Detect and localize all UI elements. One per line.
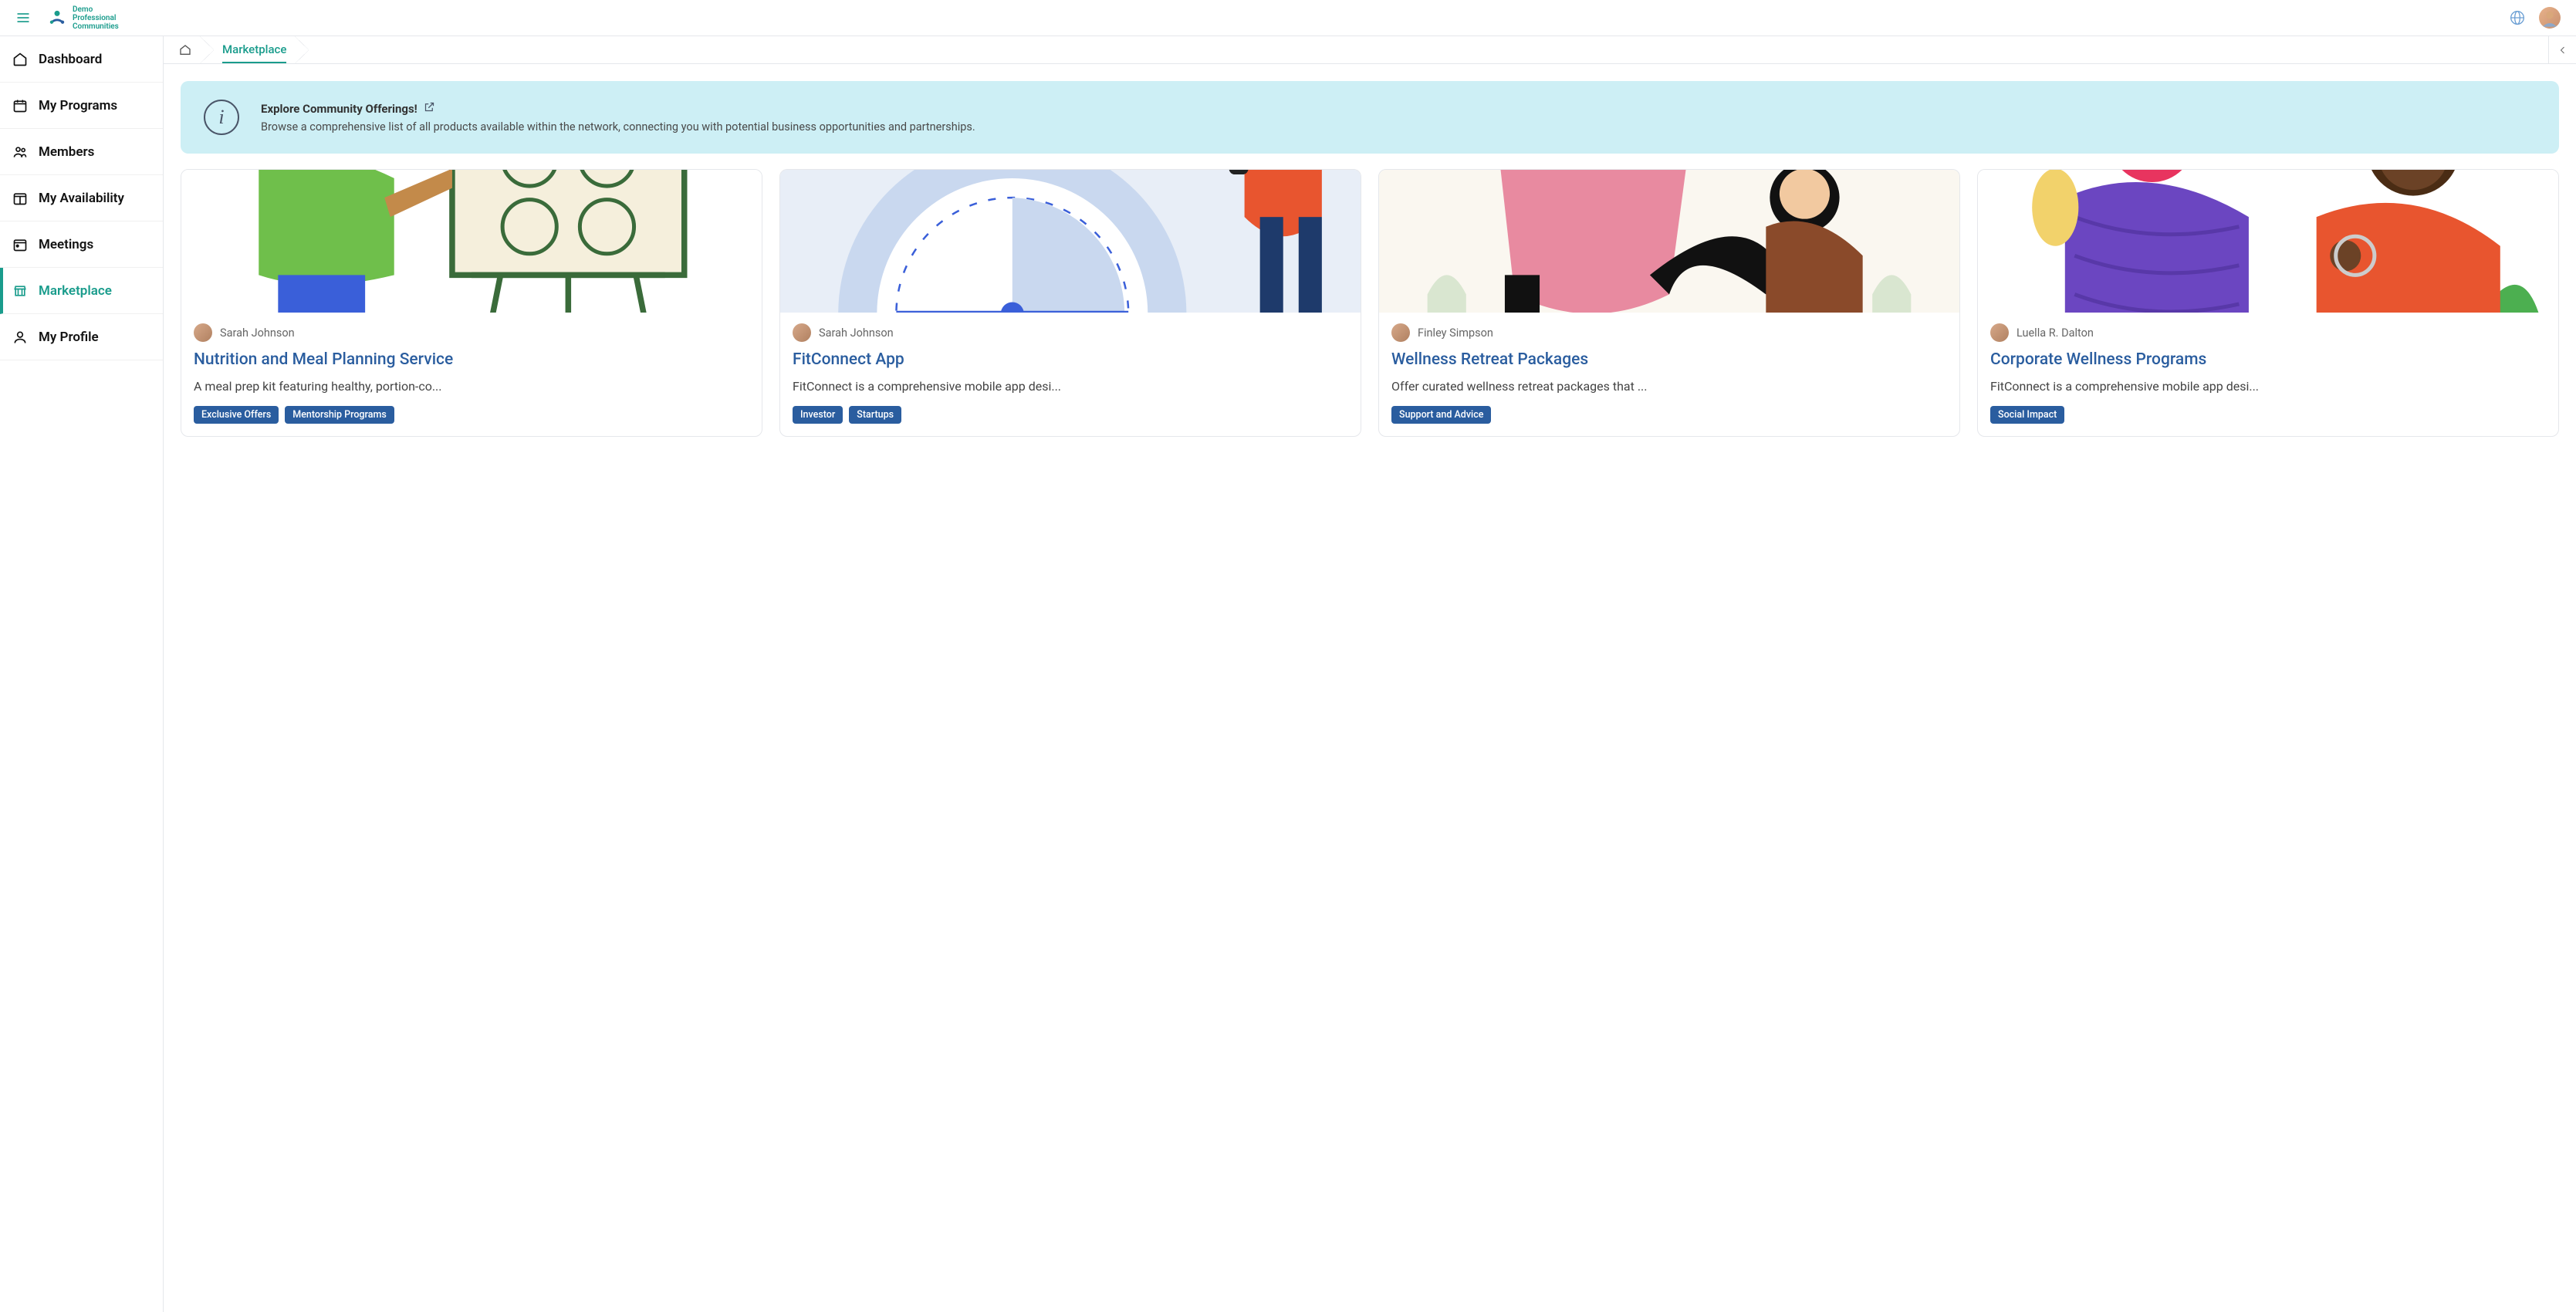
sidebar-item-my-programs[interactable]: My Programs [0, 83, 163, 129]
cards-grid: Sarah Johnson Nutrition and Meal Plannin… [181, 169, 2559, 437]
card-image [780, 170, 1361, 313]
sidebar-item-label: Meetings [39, 237, 93, 252]
author-avatar [1391, 323, 1410, 342]
card-description: Offer curated wellness retreat packages … [1391, 377, 1947, 395]
author-name: Sarah Johnson [819, 326, 894, 340]
sidebar-item-label: Dashboard [39, 52, 102, 67]
card-description: A meal prep kit featuring healthy, porti… [194, 377, 749, 395]
card-tag[interactable]: Support and Advice [1391, 406, 1491, 424]
info-icon: i [204, 100, 239, 135]
card-description: FitConnect is a comprehensive mobile app… [1990, 377, 2546, 395]
author-name: Finley Simpson [1418, 326, 1493, 340]
sidebar-item-label: My Programs [39, 98, 117, 113]
breadcrumb: Marketplace [164, 36, 2576, 64]
menu-toggle-icon[interactable] [15, 10, 31, 25]
card-title: FitConnect App [793, 350, 1348, 370]
sidebar-item-meetings[interactable]: Meetings [0, 221, 163, 268]
sidebar-item-label: Marketplace [39, 283, 112, 299]
author-avatar [194, 323, 212, 342]
sidebar-item-my-profile[interactable]: My Profile [0, 314, 163, 360]
breadcrumb-collapse-icon[interactable] [2548, 36, 2576, 63]
brand-line2: Professional [73, 14, 119, 22]
card-title: Nutrition and Meal Planning Service [194, 350, 749, 370]
marketplace-card[interactable]: Luella R. Dalton Corporate Wellness Prog… [1977, 169, 2559, 437]
author-avatar [793, 323, 811, 342]
brand-line3: Communities [73, 22, 119, 31]
author-name: Luella R. Dalton [2017, 326, 2094, 340]
sidebar-item-dashboard[interactable]: Dashboard [0, 36, 163, 83]
banner-description: Browse a comprehensive list of all produ… [261, 120, 975, 134]
sidebar-item-members[interactable]: Members [0, 129, 163, 175]
card-image [1978, 170, 2558, 313]
brand-logo[interactable]: Demo Professional Communities [46, 5, 119, 31]
card-image [181, 170, 762, 313]
card-tag[interactable]: Investor [793, 406, 843, 424]
sidebar-item-label: My Profile [39, 330, 99, 345]
sidebar-item-label: Members [39, 144, 94, 160]
sidebar-item-marketplace[interactable]: Marketplace [0, 268, 163, 314]
sidebar: Dashboard My Programs Members My Availab… [0, 36, 164, 1312]
marketplace-card[interactable]: Finley Simpson Wellness Retreat Packages… [1378, 169, 1960, 437]
card-title: Wellness Retreat Packages [1391, 350, 1947, 370]
author-avatar [1990, 323, 2009, 342]
breadcrumb-home[interactable] [164, 36, 207, 63]
language-icon[interactable] [2510, 10, 2525, 25]
card-tag[interactable]: Startups [849, 406, 901, 424]
card-image [1379, 170, 1959, 313]
card-description: FitConnect is a comprehensive mobile app… [793, 377, 1348, 395]
breadcrumb-current-label: Marketplace [222, 36, 286, 63]
card-tag[interactable]: Social Impact [1990, 406, 2064, 424]
card-title: Corporate Wellness Programs [1990, 350, 2546, 370]
sidebar-item-my-availability[interactable]: My Availability [0, 175, 163, 221]
user-avatar[interactable] [2539, 7, 2561, 29]
marketplace-card[interactable]: Sarah Johnson FitConnect App FitConnect … [779, 169, 1361, 437]
card-tag[interactable]: Exclusive Offers [194, 406, 279, 424]
external-link-icon[interactable] [424, 101, 435, 116]
sidebar-item-label: My Availability [39, 191, 124, 206]
info-banner: i Explore Community Offerings! Browse a … [181, 81, 2559, 154]
breadcrumb-current[interactable]: Marketplace [207, 36, 302, 63]
brand-line1: Demo [73, 5, 119, 14]
marketplace-card[interactable]: Sarah Johnson Nutrition and Meal Plannin… [181, 169, 762, 437]
banner-title: Explore Community Offerings! [261, 102, 418, 116]
author-name: Sarah Johnson [220, 326, 295, 340]
topbar: Demo Professional Communities [0, 0, 2576, 36]
card-tag[interactable]: Mentorship Programs [285, 406, 394, 424]
